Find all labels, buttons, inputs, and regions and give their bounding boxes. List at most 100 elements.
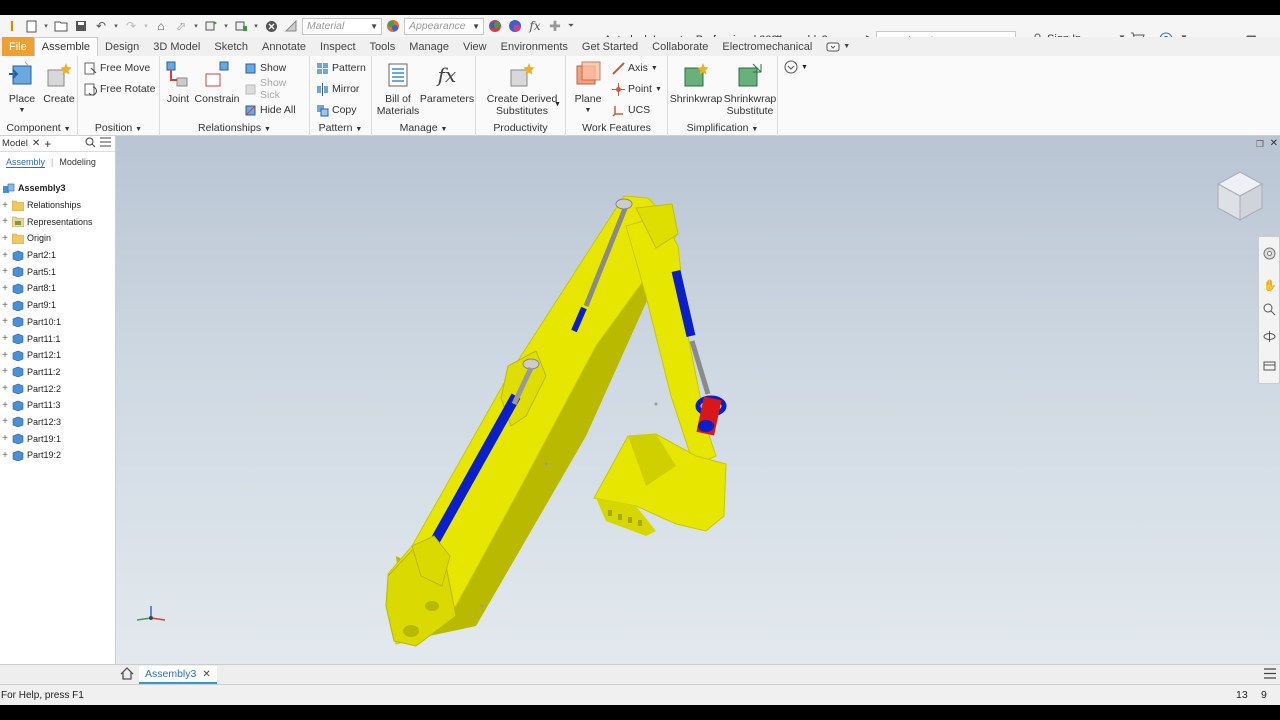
home-icon[interactable]: [120, 667, 134, 683]
tree-item[interactable]: + Part10:1: [0, 314, 116, 331]
undo-dropdown-icon[interactable]: ▾: [112, 17, 120, 35]
tree-item[interactable]: + Part19:1: [0, 430, 116, 447]
update-dropdown-icon[interactable]: ▾: [222, 17, 230, 35]
panel-options-button[interactable]: ▼: [784, 60, 808, 74]
parameters-button[interactable]: fx Parameters: [420, 60, 474, 105]
tab-view[interactable]: View: [456, 37, 494, 56]
shrinkwrap-button[interactable]: Shrinkwrap: [670, 60, 722, 105]
expand-icon[interactable]: +: [0, 300, 10, 311]
material-combo[interactable]: Material ▼: [302, 17, 382, 35]
viewport-close-icon[interactable]: ✕: [1270, 138, 1278, 149]
free-rotate-button[interactable]: Free Rotate: [84, 81, 155, 97]
copy-button[interactable]: Copy: [316, 102, 357, 118]
expand-icon[interactable]: +: [0, 250, 10, 261]
pattern-button[interactable]: Pattern: [316, 60, 366, 76]
document-tab-assembly3[interactable]: Assembly3 ✕: [139, 666, 217, 684]
view-cube-icon[interactable]: [1216, 171, 1264, 221]
mirror-button[interactable]: Mirror: [316, 81, 359, 97]
tree-item[interactable]: + Part12:3: [0, 414, 116, 431]
orbit-icon[interactable]: [1263, 330, 1276, 346]
home-icon[interactable]: ⌂: [152, 17, 170, 35]
tree-item[interactable]: + Part19:2: [0, 447, 116, 464]
expand-icon[interactable]: +: [0, 433, 10, 444]
panel-relationships-label[interactable]: Relationships ▼: [160, 122, 309, 134]
graphics-viewport[interactable]: ❐ ✕: [116, 136, 1280, 664]
point-button[interactable]: Point ▼: [612, 81, 662, 97]
undo-icon[interactable]: ↶: [92, 17, 110, 35]
dropdown-arrow-icon[interactable]: ▾: [42, 17, 50, 35]
clear-appearance-icon[interactable]: [486, 17, 504, 35]
expand-icon[interactable]: +: [0, 266, 10, 277]
tab-tools[interactable]: Tools: [363, 37, 403, 56]
create-derived-substitutes-button[interactable]: Create Derived Substitutes: [480, 60, 564, 117]
select-icon[interactable]: ⬀: [172, 17, 190, 35]
expand-icon[interactable]: +: [0, 200, 10, 211]
chevron-down-icon[interactable]: ▼: [554, 101, 561, 108]
browser-menu-icon[interactable]: [100, 137, 111, 150]
expand-icon[interactable]: +: [0, 383, 10, 394]
free-move-button[interactable]: Free Move: [84, 60, 150, 76]
tab-get-started[interactable]: Get Started: [575, 37, 645, 56]
tree-item[interactable]: + Part12:2: [0, 380, 116, 397]
add-icon[interactable]: ✚: [546, 17, 564, 35]
tab-annotate[interactable]: Annotate: [255, 37, 313, 56]
tree-item[interactable]: + Part5:1: [0, 263, 116, 280]
expand-icon[interactable]: +: [0, 366, 10, 377]
material-swatch-icon[interactable]: [282, 17, 300, 35]
ucs-button[interactable]: UCS: [612, 102, 650, 118]
tab-inspect[interactable]: Inspect: [313, 37, 362, 56]
redo-icon[interactable]: ↷: [122, 17, 140, 35]
browser-tab-modeling[interactable]: Modeling: [59, 157, 96, 167]
tabs-menu-icon[interactable]: [1264, 668, 1276, 682]
tree-item[interactable]: + Part8:1: [0, 280, 116, 297]
tree-item[interactable]: + Origin: [0, 230, 116, 247]
tree-item[interactable]: + Part11:3: [0, 397, 116, 414]
document-tab-close-icon[interactable]: ✕: [202, 669, 210, 680]
tab-assemble[interactable]: Assemble: [33, 37, 99, 56]
save-icon[interactable]: [72, 17, 90, 35]
tab-file[interactable]: File: [2, 37, 34, 56]
tree-item[interactable]: + Representations: [0, 213, 116, 230]
panel-manage-label[interactable]: Manage ▼: [372, 122, 475, 134]
tree-item[interactable]: + Relationships: [0, 197, 116, 214]
axis-button[interactable]: Axis ▼: [612, 60, 658, 76]
tree-item[interactable]: + Part2:1: [0, 247, 116, 264]
tree-item[interactable]: + Part11:2: [0, 364, 116, 381]
panel-simplification-label[interactable]: Simplification ▼: [668, 122, 777, 134]
measure-icon[interactable]: [232, 17, 250, 35]
expand-icon[interactable]: +: [0, 283, 10, 294]
browser-search-icon[interactable]: [85, 137, 96, 151]
tab-sketch[interactable]: Sketch: [207, 37, 255, 56]
tab-manage[interactable]: Manage: [402, 37, 456, 56]
parameters-fx-icon[interactable]: fx: [526, 17, 544, 35]
select-dropdown-icon[interactable]: ▾: [192, 17, 200, 35]
steering-wheel-icon[interactable]: [1263, 247, 1276, 263]
pan-icon[interactable]: ✋: [1263, 279, 1277, 292]
constrain-button[interactable]: Constrain: [195, 60, 239, 105]
new-file-icon[interactable]: [22, 17, 40, 35]
viewport-restore-icon[interactable]: ❐: [1256, 139, 1264, 150]
tree-item[interactable]: + Part12:1: [0, 347, 116, 364]
close-tool-icon[interactable]: [262, 17, 280, 35]
appearance-sphere-icon[interactable]: [384, 17, 402, 35]
shrinkwrap-substitute-button[interactable]: Shrinkwrap Substitute: [724, 60, 776, 117]
expand-icon[interactable]: +: [0, 333, 10, 344]
ribbon-display-toggle[interactable]: ▼: [819, 37, 857, 56]
hide-all-button[interactable]: Hide All: [244, 102, 296, 118]
expand-icon[interactable]: +: [0, 400, 10, 411]
tab-collaborate[interactable]: Collaborate: [645, 37, 715, 56]
inventor-logo-icon[interactable]: I: [4, 17, 20, 35]
look-at-icon[interactable]: [1263, 359, 1276, 375]
expand-icon[interactable]: +: [0, 233, 10, 244]
browser-close-icon[interactable]: ✕: [32, 138, 40, 149]
excavator-arm-model[interactable]: [385, 195, 727, 647]
joint-button[interactable]: Joint: [162, 60, 194, 105]
customize-dropdown-icon[interactable]: ⏷: [566, 17, 576, 35]
panel-pattern-label[interactable]: Pattern ▼: [310, 122, 371, 134]
show-sick-button[interactable]: Show Sick: [244, 77, 309, 101]
panel-position-label[interactable]: Position ▼: [78, 122, 159, 134]
bill-of-materials-button[interactable]: Bill of Materials: [374, 60, 422, 117]
redo-dropdown-icon[interactable]: ▾: [142, 17, 150, 35]
update-icon[interactable]: [202, 17, 220, 35]
tree-root[interactable]: Assembly3: [0, 180, 116, 197]
